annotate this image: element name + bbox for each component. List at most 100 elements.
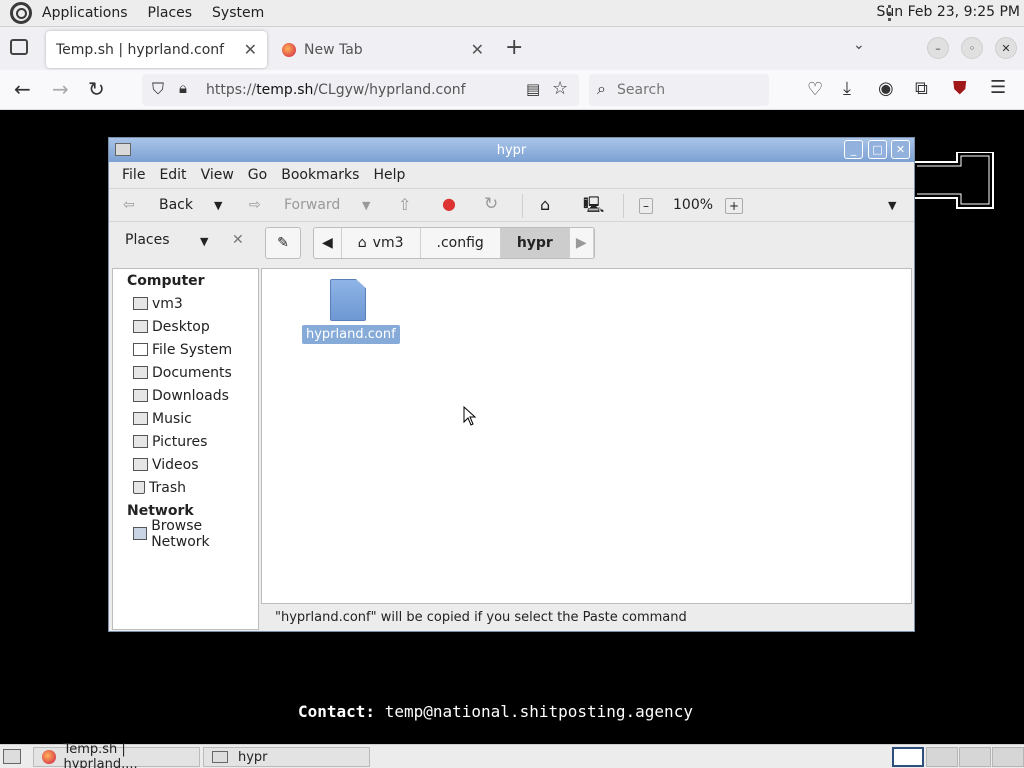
window-title-bar[interactable]: hypr _ □ ✕ bbox=[109, 138, 914, 162]
sidebar-item-vm3[interactable]: vm3 bbox=[113, 292, 258, 315]
contact-email[interactable]: temp@national.shitposting.agency bbox=[385, 702, 693, 721]
location-bar: Places ▼ ✕ ✎ ◀ ⌂ vm3 .config hypr ▶ bbox=[109, 222, 914, 262]
menu-hamburger-icon[interactable]: ☰ bbox=[990, 77, 1006, 98]
workspace-3[interactable] bbox=[959, 747, 991, 767]
extensions-icon[interactable]: ⧉ bbox=[915, 78, 928, 99]
menu-go[interactable]: Go bbox=[241, 167, 274, 183]
back-button[interactable]: Back bbox=[159, 197, 193, 213]
account-icon[interactable]: ◉ bbox=[878, 78, 894, 99]
breadcrumb: ◀ ⌂ vm3 .config hypr ▶ bbox=[313, 227, 595, 259]
clock[interactable]: Sun Feb 23, 9:25 PM bbox=[877, 4, 1020, 20]
sidebar-item-pictures[interactable]: Pictures bbox=[113, 430, 258, 453]
system-menu[interactable]: System bbox=[202, 5, 274, 21]
taskbar-item-browser[interactable]: Temp.sh | hyprland.... bbox=[33, 742, 200, 768]
contact-label: Contact: bbox=[298, 702, 376, 721]
menu-help[interactable]: Help bbox=[366, 167, 412, 183]
workspace-2[interactable] bbox=[926, 747, 958, 767]
sidebar-item-trash[interactable]: Trash bbox=[113, 476, 258, 499]
new-tab-button[interactable]: + bbox=[505, 35, 523, 60]
folder-icon bbox=[212, 751, 228, 763]
forward-history-chevron-icon[interactable]: ▼ bbox=[362, 199, 370, 212]
reader-view-icon[interactable]: ▤ bbox=[526, 80, 540, 98]
maximize-icon[interactable]: □ bbox=[868, 140, 887, 159]
sidebar-item-documents[interactable]: Documents bbox=[113, 361, 258, 384]
navigation-bar: ← → ↻ ⛉ 🔒︎ https://temp.sh/CLgyw/hyprlan… bbox=[0, 70, 1024, 110]
sidebar-item-desktop[interactable]: Desktop bbox=[113, 315, 258, 338]
sidebar-item-file-system[interactable]: File System bbox=[113, 338, 258, 361]
close-sidebar-icon[interactable]: ✕ bbox=[232, 232, 244, 248]
breadcrumb-vm3[interactable]: ⌂ vm3 bbox=[342, 228, 421, 258]
menu-file[interactable]: File bbox=[115, 167, 152, 183]
window-title: hypr bbox=[496, 142, 527, 158]
workspace-4[interactable] bbox=[992, 747, 1024, 767]
chevron-down-icon[interactable]: ⌄ bbox=[853, 37, 865, 53]
url-path: /CLgyw/hyprland.conf bbox=[313, 82, 466, 98]
minimize-icon[interactable]: _ bbox=[844, 140, 863, 159]
sidebar-item-browse-network[interactable]: Browse Network bbox=[113, 518, 258, 550]
lock-icon[interactable]: 🔒︎ bbox=[179, 79, 187, 97]
pencil-icon: ✎ bbox=[277, 235, 289, 251]
workspace-1[interactable] bbox=[892, 747, 924, 767]
sidebar-type-chevron-icon[interactable]: ▼ bbox=[200, 235, 208, 248]
zoom-in-icon[interactable]: + bbox=[725, 198, 744, 214]
search-input[interactable] bbox=[617, 80, 757, 100]
breadcrumb-hypr[interactable]: hypr bbox=[500, 228, 570, 258]
taskbar-item-file-manager[interactable]: hypr bbox=[203, 747, 370, 767]
show-desktop-icon[interactable] bbox=[3, 749, 21, 764]
forward-button[interactable]: Forward bbox=[284, 197, 340, 213]
maximize-window-button[interactable]: ◦ bbox=[961, 37, 983, 59]
sidebar-item-downloads[interactable]: Downloads bbox=[113, 384, 258, 407]
pocket-icon[interactable]: ♡ bbox=[807, 79, 823, 100]
close-window-button[interactable]: ✕ bbox=[995, 37, 1017, 59]
back-arrow-icon[interactable]: ← bbox=[14, 77, 31, 101]
home-folder-icon[interactable]: ⌂ bbox=[540, 195, 550, 214]
list-all-tabs-icon[interactable] bbox=[10, 39, 28, 55]
applications-menu[interactable]: Applications bbox=[32, 5, 138, 21]
tab-new-tab[interactable]: New Tab ✕ bbox=[272, 31, 494, 68]
forward-arrow-icon[interactable]: → bbox=[52, 77, 69, 101]
reload-icon[interactable]: ↻ bbox=[484, 194, 498, 214]
back-history-chevron-icon[interactable]: ▼ bbox=[214, 199, 222, 212]
downloads-folder-icon bbox=[133, 389, 148, 402]
computer-icon[interactable]: 🖳︎ bbox=[583, 194, 604, 221]
menu-view[interactable]: View bbox=[194, 167, 241, 183]
file-view[interactable]: hyprland.conf bbox=[261, 268, 912, 604]
breadcrumb-left-arrow-icon[interactable]: ◀ bbox=[314, 228, 342, 258]
shield-icon[interactable]: ⛉ bbox=[152, 79, 164, 99]
close-tab-icon[interactable]: ✕ bbox=[244, 40, 257, 59]
minimize-window-button[interactable]: – bbox=[927, 37, 949, 59]
toolbar-overflow-chevron-icon[interactable]: ▼ bbox=[888, 199, 896, 212]
sidebar-item-music[interactable]: Music bbox=[113, 407, 258, 430]
sidebar-item-label: Desktop bbox=[152, 318, 210, 335]
zoom-out-icon[interactable]: – bbox=[639, 198, 653, 214]
desktop-folder-icon bbox=[133, 320, 148, 333]
up-arrow-icon[interactable]: ⇧ bbox=[398, 195, 411, 214]
close-tab-icon[interactable]: ✕ bbox=[471, 40, 484, 59]
close-icon[interactable]: ✕ bbox=[891, 140, 910, 159]
places-menu[interactable]: Places bbox=[138, 5, 203, 21]
url-bar[interactable]: ⛉ 🔒︎ https://temp.sh/CLgyw/hyprland.conf… bbox=[142, 74, 579, 106]
reload-icon[interactable]: ↻ bbox=[88, 77, 105, 101]
search-box[interactable]: ⌕ bbox=[589, 74, 769, 106]
breadcrumb-right-arrow-icon[interactable]: ▶ bbox=[570, 228, 594, 258]
zoom-level: 100% bbox=[673, 197, 714, 213]
menu-bookmarks[interactable]: Bookmarks bbox=[274, 167, 366, 183]
tab-title: Temp.sh | hyprland.conf bbox=[56, 41, 225, 58]
applications-logo-icon[interactable] bbox=[10, 2, 32, 24]
sidebar-item-videos[interactable]: Videos bbox=[113, 453, 258, 476]
file-item[interactable]: hyprland.conf bbox=[302, 279, 400, 344]
stop-icon[interactable]: ● bbox=[442, 194, 456, 213]
bookmark-star-icon[interactable]: ☆ bbox=[552, 78, 568, 99]
ublock-icon[interactable]: ⛊ bbox=[953, 78, 967, 99]
sidebar-section-computer: Computer bbox=[127, 273, 205, 289]
trash-icon bbox=[133, 481, 145, 494]
breadcrumb-config[interactable]: .config bbox=[421, 228, 501, 258]
url-text[interactable]: https://temp.sh/CLgyw/hyprland.conf bbox=[206, 82, 466, 98]
drive-icon bbox=[133, 343, 148, 356]
downloads-icon[interactable]: ⤓ bbox=[843, 78, 851, 99]
top-panel: Applications Places System Sun Feb 23, 9… bbox=[0, 0, 1024, 27]
menu-edit[interactable]: Edit bbox=[152, 167, 193, 183]
edit-location-button[interactable]: ✎ bbox=[265, 227, 301, 259]
tab-temp-sh[interactable]: Temp.sh | hyprland.conf ✕ bbox=[46, 31, 267, 68]
sidebar-header[interactable]: Places bbox=[125, 232, 170, 248]
